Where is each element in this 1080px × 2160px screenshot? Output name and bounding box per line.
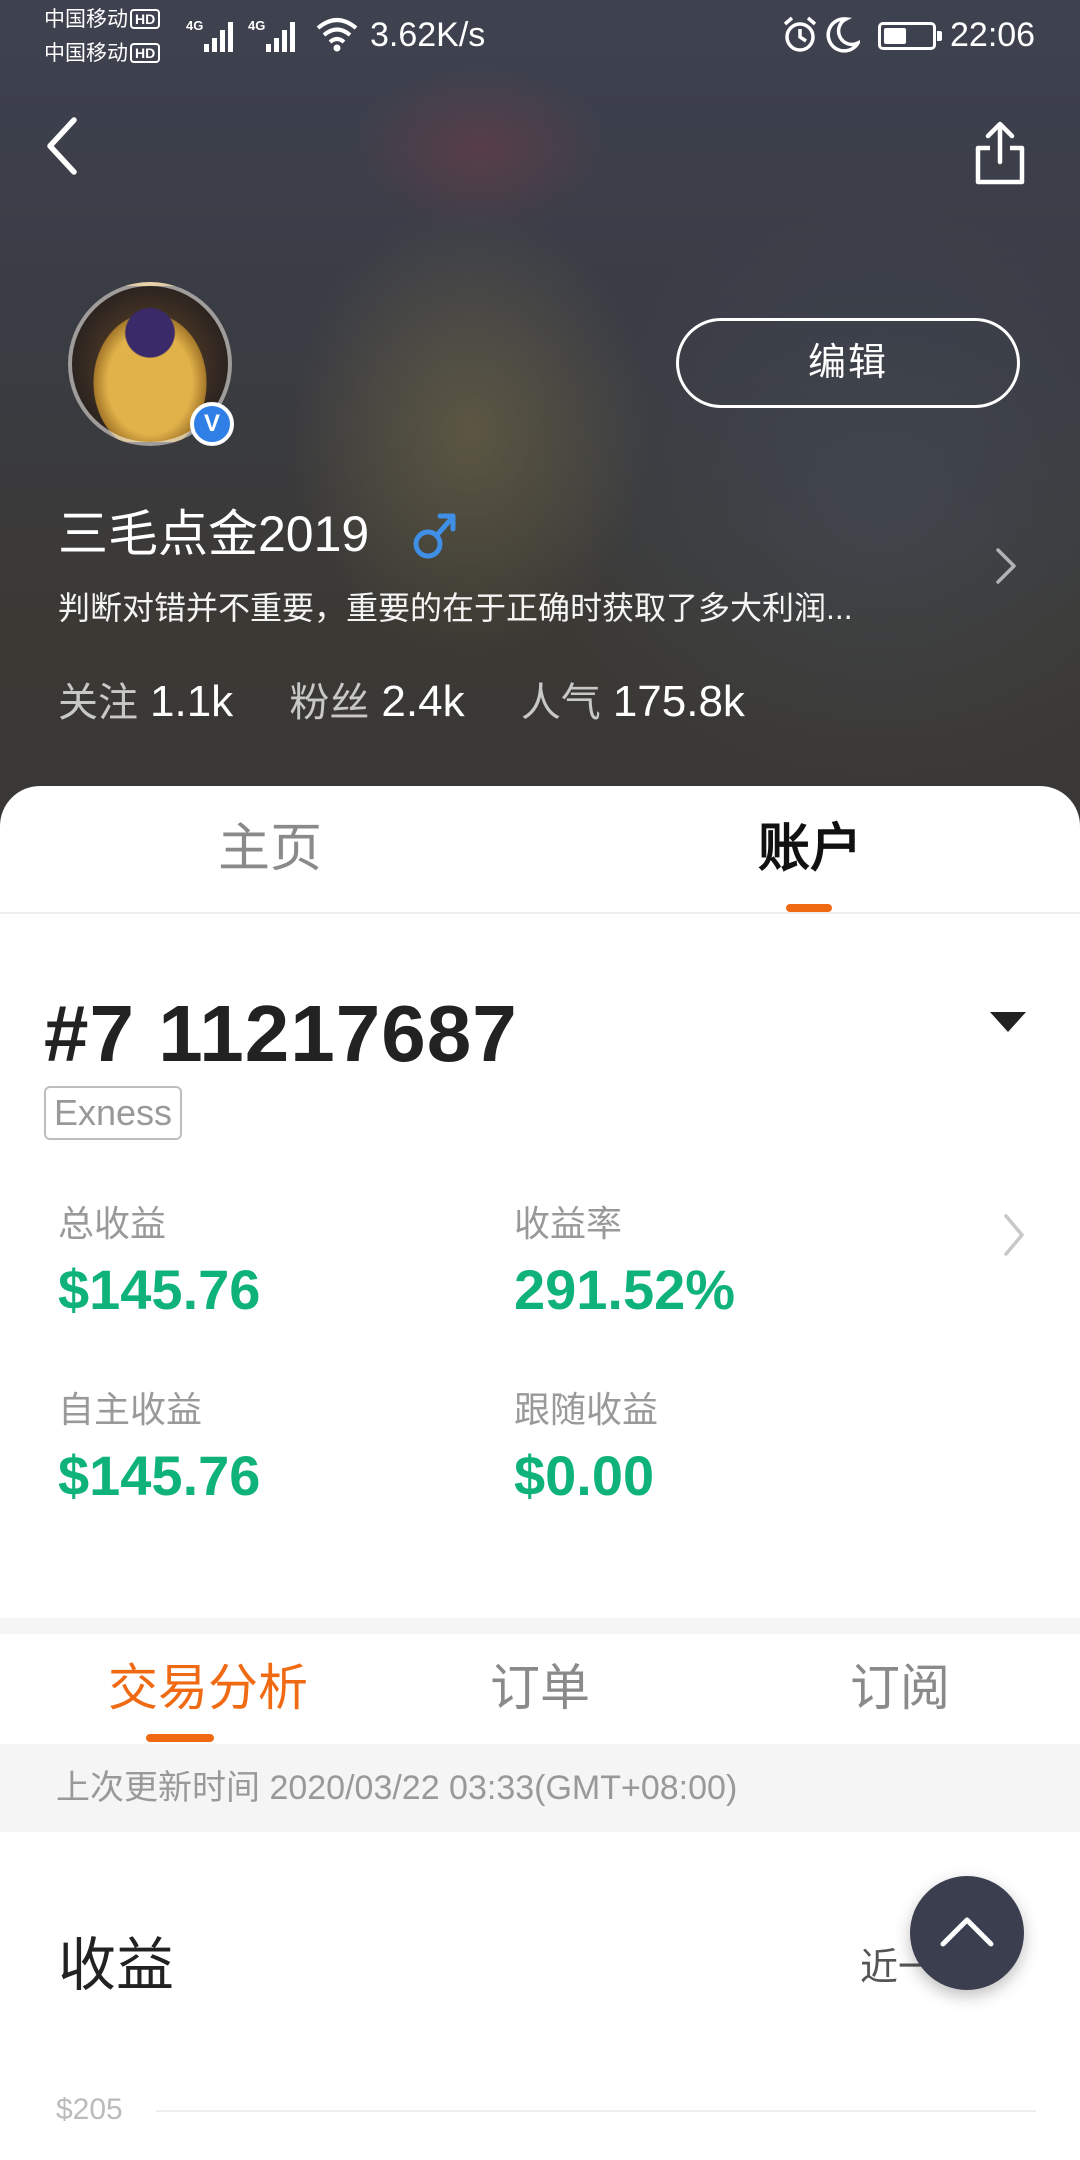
carrier-2: 中国移动 HD: [44, 42, 161, 66]
status-bar: 中国移动 HD 中国移动 HD 4G 4G 3.62K/s 22:06: [0, 0, 1080, 72]
follow-profit-value: $0.00: [514, 1444, 655, 1507]
account-number: #7 11217687: [44, 989, 518, 1078]
caret-down-icon[interactable]: [988, 1006, 1028, 1036]
do-not-disturb-moon-icon: [826, 17, 860, 53]
following-label: 关注: [58, 681, 138, 725]
main-tabs: 主页 账户: [0, 786, 1080, 914]
network-type-1: 4G: [186, 18, 204, 33]
alarm-icon: [783, 16, 817, 52]
signal-icon: [204, 18, 238, 52]
sub-tabs: 交易分析 订单 订阅: [0, 1634, 1080, 1744]
network-type-2: 4G: [248, 18, 266, 33]
followers-count[interactable]: 2.4k: [381, 677, 464, 726]
edit-profile-button[interactable]: 编辑: [676, 318, 1020, 408]
tab-orders[interactable]: 订单: [440, 1656, 640, 1720]
sub-tab-indicator: [146, 1734, 214, 1742]
chevron-right-icon[interactable]: [998, 1210, 1028, 1260]
popularity-count: 175.8k: [612, 677, 745, 726]
follow-profit: 跟随收益 $0.00: [514, 1386, 658, 1512]
return-rate-label: 收益率: [514, 1203, 623, 1244]
male-gender-icon: [413, 513, 456, 559]
total-profit: 总收益 $145.76: [58, 1200, 260, 1326]
tab-trade-analysis[interactable]: 交易分析: [58, 1656, 358, 1720]
chevron-right-icon[interactable]: [990, 544, 1020, 588]
earnings-title: 收益: [58, 1933, 175, 1998]
follow-profit-label: 跟随收益: [514, 1389, 659, 1430]
share-icon[interactable]: [970, 118, 1030, 188]
scroll-to-top-button[interactable]: [910, 1876, 1024, 1990]
return-rate-value: 291.52%: [514, 1258, 736, 1321]
total-profit-value: $145.76: [58, 1258, 261, 1321]
return-rate: 收益率 291.52%: [514, 1200, 735, 1326]
signal-icon: [266, 18, 300, 52]
tab-account[interactable]: 账户: [660, 816, 960, 882]
tab-home[interactable]: 主页: [120, 816, 420, 882]
net-speed: 3.62K/s: [370, 16, 486, 54]
self-profit-value: $145.76: [58, 1444, 261, 1507]
battery-icon: [878, 22, 942, 50]
wifi-icon: [316, 18, 358, 52]
back-icon[interactable]: [40, 112, 90, 182]
last-update-text: 上次更新时间 2020/03/22 03:33(GMT+08:00): [0, 1744, 1080, 1832]
tab-subscriptions[interactable]: 订阅: [800, 1656, 1000, 1720]
clock: 22:06: [950, 16, 1036, 54]
verified-badge-icon: V: [190, 402, 234, 446]
total-profit-label: 总收益: [58, 1203, 167, 1244]
following-count[interactable]: 1.1k: [150, 677, 233, 726]
self-profit: 自主收益 $145.76: [58, 1386, 260, 1512]
self-profit-label: 自主收益: [58, 1389, 203, 1430]
username: 三毛点金2019: [58, 506, 370, 562]
tab-indicator: [786, 904, 832, 912]
carrier-1: 中国移动 HD: [44, 8, 161, 32]
y-axis-tick: $205: [56, 2093, 123, 2126]
profile-header: 中国移动 HD 中国移动 HD 4G 4G 3.62K/s 22:06 V 编辑…: [0, 0, 1080, 830]
chart-grid-line: [156, 2110, 1036, 2112]
section-divider: [0, 1618, 1080, 1634]
popularity-label: 人气: [520, 681, 601, 725]
followers-label: 粉丝: [289, 681, 370, 725]
chevron-up-icon: [940, 1917, 994, 1947]
profile-stats: 关注 1.1k 粉丝 2.4k 人气 175.8k: [58, 672, 789, 733]
profile-bio: 判断对错并不重要，重要的在于正确时获取了多大利润...: [58, 590, 853, 626]
broker-badge: Exness: [44, 1086, 183, 1140]
